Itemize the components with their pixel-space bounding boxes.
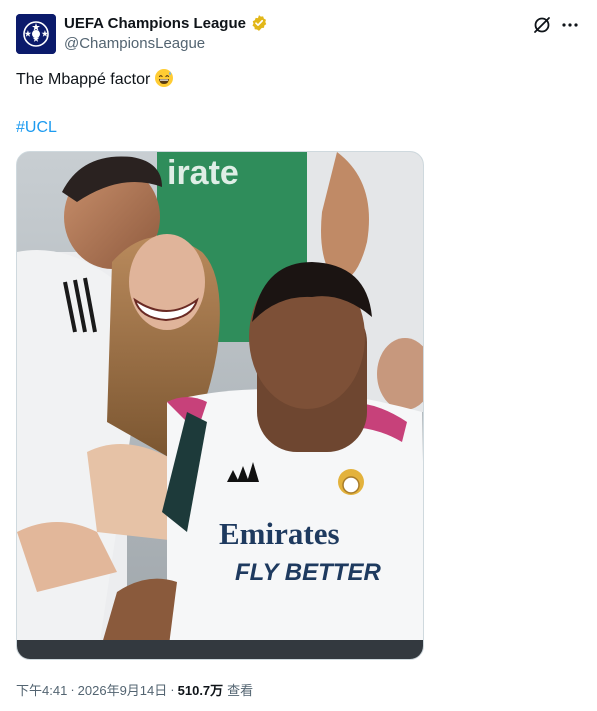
tweet-meta: 下午4:41 · 2026年9月14日 · 510.7万 查看 (16, 680, 253, 699)
tweet-text-content: The Mbappé factor (16, 71, 151, 88)
avatar[interactable] (16, 14, 56, 54)
tweet-date[interactable]: 2026年9月14日 (78, 680, 168, 699)
grok-icon[interactable] (531, 14, 553, 36)
hashtag-link[interactable]: #UCL (16, 117, 57, 139)
views-label: 查看 (227, 683, 254, 698)
background-shirt-text: irate (167, 154, 239, 192)
tweet-header: UEFA Champions League @ChampionsLeague (16, 12, 581, 56)
jersey-sponsor-line2: FLY BETTER (235, 559, 381, 586)
verified-badge-icon (252, 15, 267, 31)
tweet-time[interactable]: 下午4:41 (16, 680, 67, 699)
user-handle[interactable]: @ChampionsLeague (64, 35, 205, 52)
meta-separator: · (70, 682, 75, 697)
stadium-photo: irate Emirates FLY BETTER (17, 152, 423, 659)
views-count[interactable]: 510.7万 (178, 680, 224, 699)
more-options-icon[interactable] (559, 14, 581, 36)
tweet-photo[interactable]: irate Emirates FLY BETTER (16, 151, 424, 660)
jersey-sponsor-line1: Emirates (219, 516, 340, 551)
grinning-sweat-emoji-icon (155, 69, 174, 87)
meta-separator: · (170, 682, 175, 697)
champions-league-logo-icon (16, 14, 56, 54)
name-row: UEFA Champions League (64, 14, 268, 32)
display-name[interactable]: UEFA Champions League (64, 15, 246, 32)
tweet-text: The Mbappé factor (16, 68, 174, 91)
